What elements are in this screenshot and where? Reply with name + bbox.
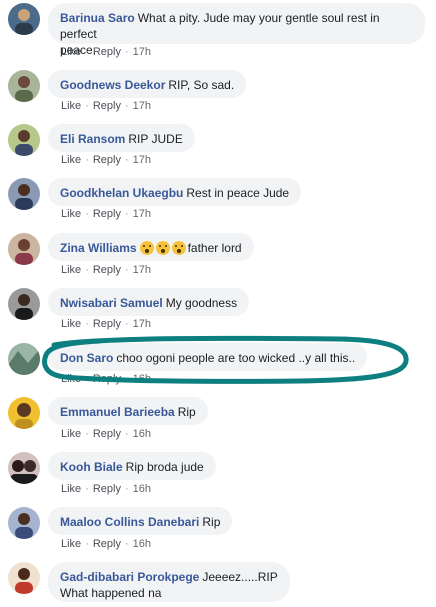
comment-text: Rest in peace Jude <box>186 186 290 200</box>
comment-actions: Like · Reply · 16h <box>61 373 152 385</box>
reply-link[interactable]: Reply <box>93 208 121 220</box>
comment-bubble: Goodnews Deekor RIP, So sad. <box>48 70 247 98</box>
comment-text: Rip <box>177 405 196 419</box>
comment-author[interactable]: Nwisabari Samuel <box>60 296 163 310</box>
comment-author[interactable]: Gad-dibabari Porokpege <box>60 570 199 584</box>
avatar[interactable] <box>8 233 40 265</box>
comment-text: father lord <box>187 241 242 255</box>
like-link[interactable]: Like <box>61 373 81 385</box>
comment-actions: Like · Reply · 17h <box>61 46 152 58</box>
like-link[interactable]: Like <box>61 318 81 330</box>
comment-bubble: Don Saro choo ogoni people are too wicked… <box>48 343 368 371</box>
avatar[interactable] <box>8 3 40 35</box>
reply-link[interactable]: Reply <box>93 100 121 112</box>
timestamp[interactable]: 16h <box>133 483 151 495</box>
avatar[interactable] <box>8 397 40 429</box>
avatar[interactable] <box>8 452 40 484</box>
timestamp[interactable]: 16h <box>133 428 151 440</box>
timestamp[interactable]: 17h <box>133 154 151 166</box>
like-link[interactable]: Like <box>61 483 81 495</box>
comment-author[interactable]: Zina Williams <box>60 241 137 255</box>
comment-author[interactable]: Eli Ransom <box>60 132 125 146</box>
comment-author[interactable]: Kooh Biale <box>60 460 123 474</box>
avatar[interactable] <box>8 507 40 539</box>
comment-text: choo ogoni people are too wicked ..y all… <box>116 351 356 365</box>
comment-bubble: Emmanuel Barieeba Rip <box>48 397 208 425</box>
comment-text-line2: What happened na <box>60 586 162 600</box>
comment-actions: Like · Reply · 17h <box>61 318 152 330</box>
comment-text: My goodness <box>165 296 238 310</box>
timestamp[interactable]: 17h <box>133 264 151 276</box>
like-link[interactable]: Like <box>61 208 81 220</box>
comment-text: Rip broda jude <box>125 460 204 474</box>
timestamp[interactable]: 17h <box>133 46 151 58</box>
timestamp[interactable]: 16h <box>133 373 151 385</box>
face-astonished-icon <box>139 241 154 255</box>
reply-link[interactable]: Reply <box>93 373 121 385</box>
reply-link[interactable]: Reply <box>93 154 121 166</box>
comment-actions: Like · Reply · 16h <box>61 483 152 495</box>
comment-actions: Like · Reply · 16h <box>61 538 152 550</box>
reply-link[interactable]: Reply <box>93 428 121 440</box>
comment-actions: Like · Reply · 17h <box>61 100 152 112</box>
comment-bubble: Zina Williams father lord <box>48 233 254 261</box>
comment-text: RIP JUDE <box>128 132 183 146</box>
like-link[interactable]: Like <box>61 100 81 112</box>
face-astonished-icon <box>171 241 186 255</box>
comment-bubble: Goodkhelan Ukaegbu Rest in peace Jude <box>48 178 302 206</box>
avatar[interactable] <box>8 288 40 320</box>
comment-actions: Like · Reply · 17h <box>61 208 152 220</box>
comment-author[interactable]: Barinua Saro <box>60 11 135 25</box>
face-astonished-icon <box>155 241 170 255</box>
reply-link[interactable]: Reply <box>93 538 121 550</box>
comment-bubble: Gad-dibabari Porokpege Jeeeez.....RIP Wha… <box>48 562 290 602</box>
avatar[interactable] <box>8 70 40 102</box>
comment-actions: Like · Reply · 17h <box>61 154 152 166</box>
comment-author[interactable]: Goodnews Deekor <box>60 78 165 92</box>
like-link[interactable]: Like <box>61 428 81 440</box>
like-link[interactable]: Like <box>61 46 81 58</box>
like-link[interactable]: Like <box>61 538 81 550</box>
comment-author[interactable]: Maaloo Collins Danebari <box>60 515 199 529</box>
comment-text: Jeeeez.....RIP <box>202 570 278 584</box>
comment-bubble: Barinua Saro What a pity. Jude may your g… <box>48 3 425 57</box>
avatar[interactable] <box>8 562 40 594</box>
like-link[interactable]: Like <box>61 264 81 276</box>
reply-link[interactable]: Reply <box>93 318 121 330</box>
timestamp[interactable]: 17h <box>133 208 151 220</box>
timestamp[interactable]: 17h <box>133 318 151 330</box>
timestamp[interactable]: 17h <box>133 100 151 112</box>
avatar[interactable] <box>8 124 40 156</box>
comment-author[interactable]: Emmanuel Barieeba <box>60 405 175 419</box>
reply-link[interactable]: Reply <box>93 483 121 495</box>
comment-bubble: Nwisabari Samuel My goodness <box>48 288 250 316</box>
comment-author[interactable]: Don Saro <box>60 351 113 365</box>
avatar[interactable] <box>8 343 40 375</box>
comment-bubble: Eli Ransom RIP JUDE <box>48 124 195 152</box>
reply-link[interactable]: Reply <box>93 46 121 58</box>
comment-author[interactable]: Goodkhelan Ukaegbu <box>60 186 183 200</box>
comment-text: RIP, So sad. <box>168 78 235 92</box>
like-link[interactable]: Like <box>61 154 81 166</box>
timestamp[interactable]: 16h <box>133 538 151 550</box>
comment-actions: Like · Reply · 16h <box>61 428 152 440</box>
comment-bubble: Kooh Biale Rip broda jude <box>48 452 216 480</box>
reply-link[interactable]: Reply <box>93 264 121 276</box>
comment-actions: Like · Reply · 17h <box>61 264 152 276</box>
avatar[interactable] <box>8 178 40 210</box>
comment-text: Rip <box>202 515 221 529</box>
comment-bubble: Maaloo Collins Danebari Rip <box>48 507 233 535</box>
